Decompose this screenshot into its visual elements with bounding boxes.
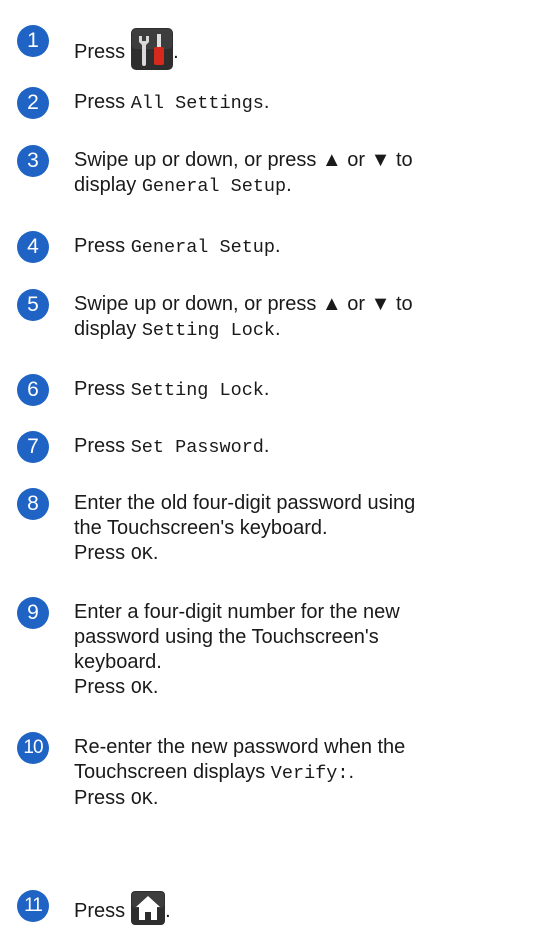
step-text-suffix: . [263, 91, 270, 113]
step-text-line: Enter a four-digit number for the new [74, 601, 400, 623]
step-text-prefix: Press [74, 91, 131, 113]
step-number-badge: 1 [17, 25, 49, 57]
step-number-badge: 8 [17, 488, 49, 520]
menu-label: General Setup [141, 176, 287, 197]
menu-label: Setting Lock [130, 380, 264, 401]
home-icon [131, 891, 166, 932]
step-number-badge: 4 [17, 231, 49, 263]
step-text: Swipe up or down, or press ▲ or ▼ to dis… [74, 292, 519, 343]
step-text-prefix: Touchscreen displays [74, 761, 271, 783]
step-text: Press Set Password. [74, 434, 519, 460]
settings-tools-icon [131, 28, 174, 77]
step-text-line: Re-enter the new password when the [74, 736, 406, 758]
step-text: Press . [74, 891, 519, 932]
step-text-line: Swipe up or down, or press ▲ or ▼ to [74, 293, 413, 315]
button-label: OK [130, 789, 153, 810]
step-text-suffix: . [275, 235, 281, 257]
step-text: Press All Settings. [74, 90, 519, 116]
step-text-prefix: Press [74, 40, 126, 63]
step-text-line: Swipe up or down, or press ▲ or ▼ to [74, 149, 413, 171]
menu-label: Set Password [130, 437, 264, 458]
step-text-suffix: . [152, 787, 159, 809]
step-text-prefix: Press [74, 787, 131, 809]
menu-label: General Setup [130, 237, 276, 258]
step-number-badge: 7 [17, 431, 49, 463]
screen-label: Verify: [270, 763, 349, 784]
step-text-prefix: Press [74, 235, 131, 257]
step-text: Re-enter the new password when the Touch… [74, 735, 519, 812]
step-text-suffix: . [275, 318, 281, 340]
step-number-badge: 10 [17, 732, 49, 764]
step-text-prefix: Press [74, 899, 126, 922]
step-text-suffix: . [165, 899, 171, 922]
step-text-suffix: . [263, 378, 270, 400]
menu-label: Setting Lock [141, 320, 276, 341]
step-text: Press General Setup. [74, 234, 519, 260]
step-text-prefix: Press [74, 378, 131, 400]
step-text-prefix: Press [74, 542, 131, 564]
step-number-badge: 6 [17, 374, 49, 406]
step-text-line: password using the Touchscreen's [74, 626, 379, 648]
step-text-line: keyboard. [74, 651, 162, 673]
step-number-badge: 3 [17, 145, 49, 177]
button-label: OK [130, 544, 153, 565]
button-label: OK [130, 678, 153, 699]
step-text: Press . [74, 28, 519, 77]
step-number-badge: 2 [17, 87, 49, 119]
step-text-prefix: Press [74, 676, 131, 698]
step-text: Enter the old four-digit password using … [74, 491, 519, 567]
step-text-line: Enter the old four-digit password using [74, 492, 416, 514]
step-text-suffix: . [348, 761, 355, 783]
step-text-suffix: . [286, 174, 292, 196]
step-text-prefix: Press [74, 435, 131, 457]
step-text: Enter a four-digit number for the new pa… [74, 600, 519, 701]
step-text-prefix: display [74, 174, 142, 196]
step-number-badge: 9 [17, 597, 49, 629]
step-number-badge: 5 [17, 289, 49, 321]
step-text-prefix: display [74, 318, 142, 340]
step-text-suffix: . [173, 40, 179, 63]
menu-label: All Settings [130, 93, 264, 114]
step-text-suffix: . [263, 435, 270, 457]
step-text-suffix: . [152, 676, 159, 698]
step-text-suffix: . [152, 542, 159, 564]
step-text-line: the Touchscreen's keyboard. [74, 517, 328, 539]
step-text: Press Setting Lock. [74, 377, 519, 403]
step-text: Swipe up or down, or press ▲ or ▼ to dis… [74, 148, 519, 199]
step-number-badge: 11 [17, 890, 49, 922]
